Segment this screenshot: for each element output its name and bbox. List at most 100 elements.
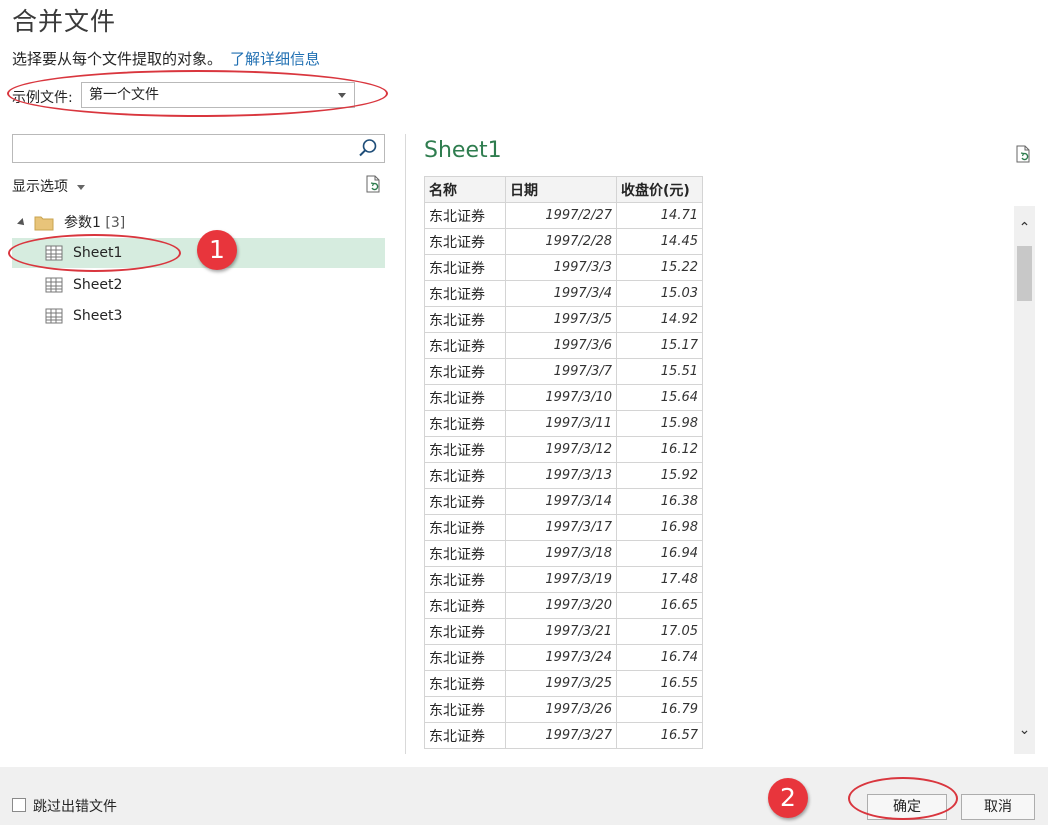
cell-date: 1997/3/14 [505, 488, 617, 515]
scroll-down-icon[interactable]: ⌄ [1014, 722, 1035, 738]
tree-item-sheet3[interactable]: Sheet3 [12, 301, 385, 331]
folder-name: 参数1 [64, 215, 101, 231]
cell-name: 东北证券 [424, 254, 506, 281]
table-row: 东北证券 1997/3/3 15.22 [424, 254, 703, 281]
table-row: 东北证券 1997/3/11 15.98 [424, 410, 703, 437]
table-row: 东北证券 1997/3/12 16.12 [424, 436, 703, 463]
cell-name: 东北证券 [424, 306, 506, 333]
table-row: 东北证券 1997/3/19 17.48 [424, 566, 703, 593]
cell-close-price: 17.48 [616, 566, 703, 593]
cell-name: 东北证券 [424, 202, 506, 229]
cell-date: 1997/2/27 [505, 202, 617, 229]
cell-name: 东北证券 [424, 566, 506, 593]
sample-file-dropdown[interactable]: 第一个文件 [81, 82, 355, 108]
sample-file-label: 示例文件: [12, 90, 73, 106]
cancel-button[interactable]: 取消 [961, 794, 1035, 820]
cell-date: 1997/3/25 [505, 670, 617, 697]
cell-close-price: 15.64 [616, 384, 703, 411]
column-header-name: 名称 [424, 176, 506, 203]
cell-date: 1997/3/11 [505, 410, 617, 437]
dialog-title: 合并文件 [12, 7, 117, 36]
cell-close-price: 16.65 [616, 592, 703, 619]
cell-name: 东北证券 [424, 696, 506, 723]
cell-date: 1997/3/4 [505, 280, 617, 307]
cell-close-price: 14.45 [616, 228, 703, 255]
table-row: 东北证券 1997/3/10 15.64 [424, 384, 703, 411]
cell-name: 东北证券 [424, 722, 506, 749]
cell-date: 1997/3/7 [505, 358, 617, 385]
chevron-down-icon [338, 93, 346, 98]
pane-divider [405, 134, 406, 754]
tree-folder-item[interactable]: 参数1 [3] [12, 208, 385, 238]
cell-close-price: 15.51 [616, 358, 703, 385]
annotation-badge-2: 2 [768, 778, 808, 818]
cell-name: 东北证券 [424, 410, 506, 437]
cell-date: 1997/3/24 [505, 644, 617, 671]
table-row: 东北证券 1997/3/25 16.55 [424, 670, 703, 697]
cell-close-price: 15.98 [616, 410, 703, 437]
cell-close-price: 16.57 [616, 722, 703, 749]
subtitle-text: 选择要从每个文件提取的对象。 [12, 50, 223, 68]
sheet-table-icon [45, 245, 63, 261]
tree-item-label: Sheet1 [73, 245, 123, 261]
skip-errors-checkbox[interactable] [12, 798, 26, 812]
table-row: 东北证券 1997/3/17 16.98 [424, 514, 703, 541]
cell-date: 1997/3/27 [505, 722, 617, 749]
cell-date: 1997/3/19 [505, 566, 617, 593]
cell-date: 1997/3/21 [505, 618, 617, 645]
tree-item-label: Sheet2 [73, 277, 123, 293]
collapse-triangle-icon[interactable] [17, 218, 27, 228]
cell-name: 东北证券 [424, 462, 506, 489]
cell-close-price: 16.12 [616, 436, 703, 463]
cell-name: 东北证券 [424, 514, 506, 541]
scrollbar-thumb[interactable] [1017, 246, 1032, 301]
tree-item-sheet2[interactable]: Sheet2 [12, 270, 385, 300]
cell-date: 1997/3/3 [505, 254, 617, 281]
cell-close-price: 16.94 [616, 540, 703, 567]
table-row: 东北证券 1997/2/28 14.45 [424, 228, 703, 255]
cell-close-price: 14.71 [616, 202, 703, 229]
cell-name: 东北证券 [424, 618, 506, 645]
preview-title: Sheet1 [424, 138, 502, 163]
folder-icon [34, 216, 54, 231]
cell-date: 1997/3/18 [505, 540, 617, 567]
cell-close-price: 16.98 [616, 514, 703, 541]
cell-name: 东北证券 [424, 540, 506, 567]
table-row: 东北证券 1997/2/27 14.71 [424, 202, 703, 229]
refresh-file-icon[interactable] [363, 174, 383, 194]
search-icon[interactable] [358, 138, 378, 158]
column-header-close-price: 收盘价(元) [616, 176, 703, 203]
skip-errors-label[interactable]: 跳过出错文件 [33, 796, 117, 816]
cell-date: 1997/3/26 [505, 696, 617, 723]
cell-name: 东北证券 [424, 332, 506, 359]
cell-name: 东北证券 [424, 280, 506, 307]
table-row: 东北证券 1997/3/27 16.57 [424, 722, 703, 749]
display-options-dropdown[interactable]: 显示选项 [12, 176, 85, 196]
learn-more-link[interactable]: 了解详细信息 [230, 50, 320, 68]
search-input[interactable] [12, 134, 385, 163]
scroll-up-icon[interactable]: ⌃ [1014, 220, 1035, 236]
ok-button[interactable]: 确定 [867, 794, 947, 820]
cell-close-price: 16.55 [616, 670, 703, 697]
cell-close-price: 15.17 [616, 332, 703, 359]
cell-date: 1997/2/28 [505, 228, 617, 255]
cell-name: 东北证券 [424, 384, 506, 411]
display-options-label: 显示选项 [12, 179, 68, 195]
cell-close-price: 16.74 [616, 644, 703, 671]
table-row: 东北证券 1997/3/14 16.38 [424, 488, 703, 515]
preview-scrollbar[interactable]: ⌃ ⌄ [1014, 206, 1035, 754]
dialog-subtitle: 选择要从每个文件提取的对象。 了解详细信息 [12, 48, 320, 69]
cell-close-price: 15.22 [616, 254, 703, 281]
annotation-badge-1: 1 [197, 230, 237, 270]
cell-name: 东北证券 [424, 592, 506, 619]
cell-name: 东北证券 [424, 228, 506, 255]
refresh-preview-icon[interactable] [1013, 144, 1033, 164]
table-row: 东北证券 1997/3/6 15.17 [424, 332, 703, 359]
table-header-row: 名称 日期 收盘价(元) [424, 176, 703, 203]
cell-close-price: 14.92 [616, 306, 703, 333]
cell-date: 1997/3/12 [505, 436, 617, 463]
cell-date: 1997/3/10 [505, 384, 617, 411]
table-row: 东北证券 1997/3/5 14.92 [424, 306, 703, 333]
cell-name: 东北证券 [424, 670, 506, 697]
sheet-table-icon [45, 277, 63, 293]
